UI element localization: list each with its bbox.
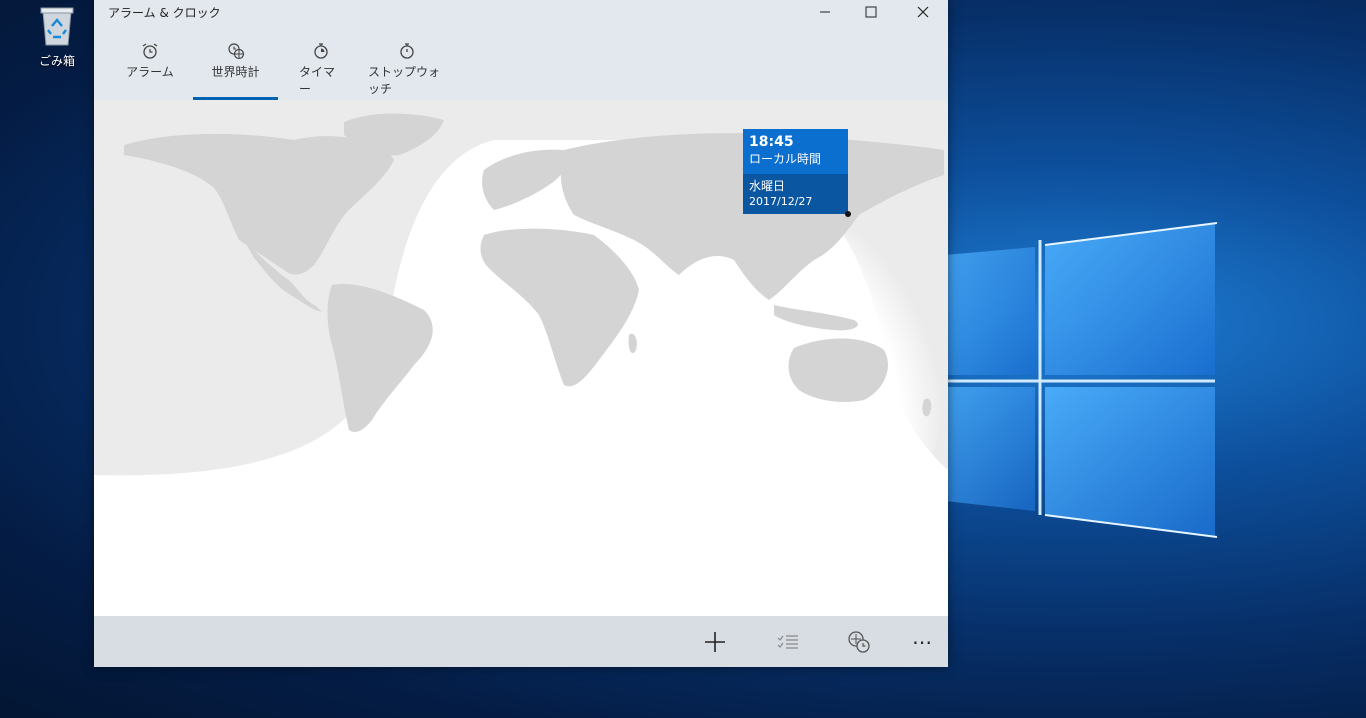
command-bar: ⋯: [94, 616, 948, 667]
world-map[interactable]: 18:45 ローカル時間 水曜日 2017/12/27: [94, 100, 948, 616]
tab-alarm-label: アラーム: [126, 65, 174, 79]
tab-alarm[interactable]: アラーム: [124, 42, 176, 100]
tab-bar: アラーム 世界時計 タイマー ストップウォッチ: [94, 26, 948, 100]
minimize-icon: [820, 11, 830, 13]
timer-icon: [314, 43, 328, 59]
tooltip-footer: 水曜日 2017/12/27: [743, 174, 848, 214]
more-button[interactable]: ⋯: [904, 624, 940, 660]
world-clock-icon: [227, 43, 244, 60]
tooltip-day: 水曜日: [749, 179, 786, 193]
add-button[interactable]: [697, 624, 733, 660]
tooltip-local-label: ローカル時間: [749, 152, 822, 166]
title-bar[interactable]: アラーム & クロック: [94, 0, 948, 26]
maximize-icon: [865, 6, 877, 18]
tab-timer-label: タイマー: [299, 65, 336, 96]
tooltip-header: 18:45 ローカル時間: [743, 129, 848, 174]
compare-time-icon: [848, 631, 870, 653]
compare-button[interactable]: [841, 624, 877, 660]
plus-icon: [705, 632, 725, 652]
minimize-button[interactable]: [802, 0, 848, 24]
tab-stopwatch-label: ストップウォッチ: [368, 65, 441, 96]
tab-timer[interactable]: タイマー: [299, 42, 343, 100]
windows-logo-wallpaper: [945, 222, 1218, 538]
window-title: アラーム & クロック: [108, 6, 221, 20]
recycle-bin-shortcut[interactable]: ごみ箱: [28, 4, 86, 69]
tab-world-clock[interactable]: 世界時計: [193, 42, 278, 100]
alarm-clock-icon: [142, 43, 158, 59]
recycle-bin-icon: [39, 4, 75, 46]
tab-world-clock-label: 世界時計: [211, 65, 260, 79]
tab-stopwatch[interactable]: ストップウォッチ: [368, 42, 445, 100]
location-pin[interactable]: [845, 211, 851, 217]
close-button[interactable]: [900, 0, 946, 24]
tooltip-time: 18:45: [749, 134, 794, 150]
local-time-tooltip[interactable]: 18:45 ローカル時間 水曜日 2017/12/27: [743, 129, 848, 214]
stopwatch-icon: [399, 43, 414, 59]
recycle-bin-label: ごみ箱: [38, 54, 75, 68]
select-button[interactable]: [770, 624, 806, 660]
alarms-clock-window: アラーム & クロック アラーム 世界時計 タイマー ストップウォッチ 18:4…: [94, 0, 948, 667]
maximize-button[interactable]: [848, 0, 894, 24]
tooltip-date: 2017/12/27: [749, 195, 813, 208]
more-icon: ⋯: [912, 630, 932, 654]
select-list-icon: [777, 635, 798, 649]
desktop: ごみ箱 アラーム & クロック アラーム 世界時計 タイマー ストップウォッチ …: [0, 0, 1366, 718]
close-icon: [917, 6, 929, 18]
